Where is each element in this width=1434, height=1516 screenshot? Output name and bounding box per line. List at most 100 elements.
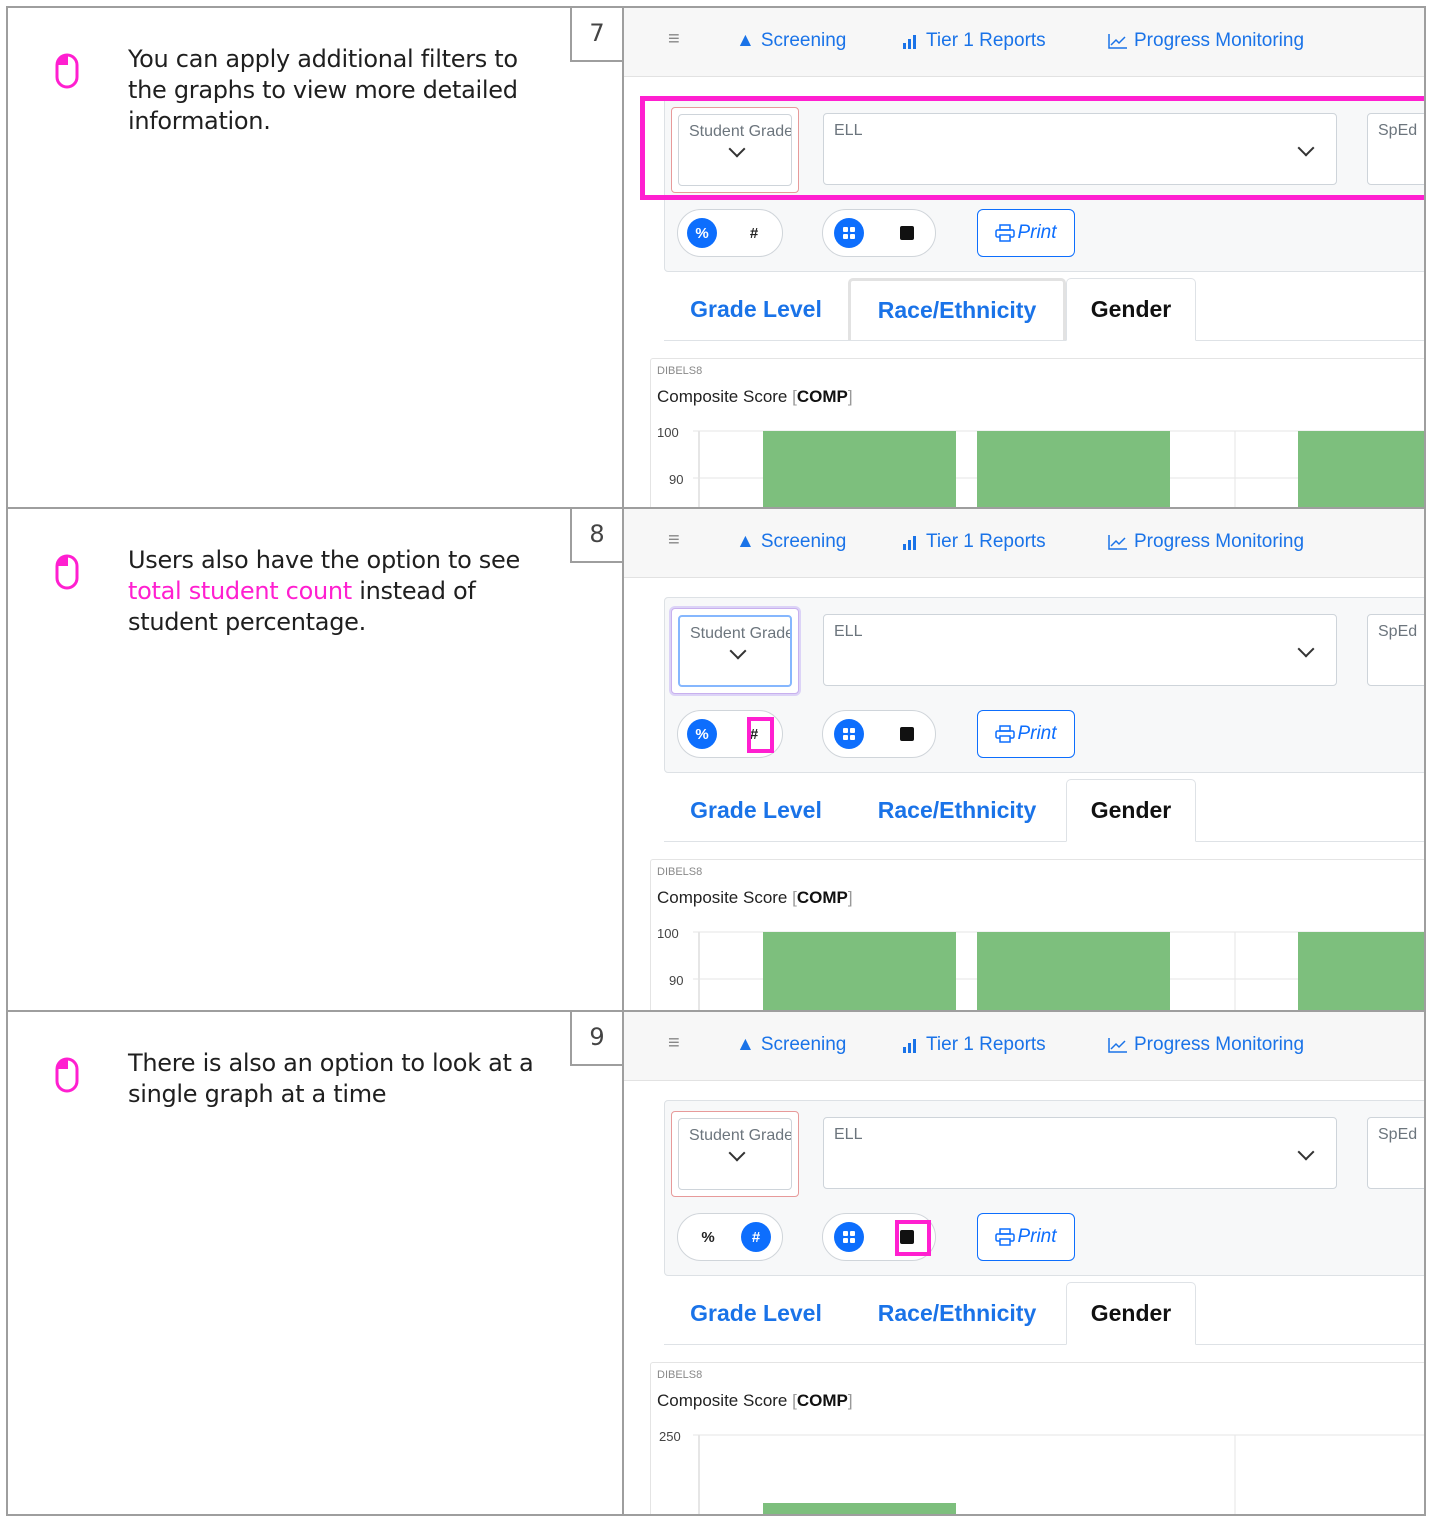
grid-view-button[interactable] (834, 218, 864, 248)
tab-bar: Grade Level Race/Ethnicity Gender (664, 779, 1424, 842)
tab-gender[interactable]: Gender (1066, 779, 1196, 842)
print-label: Print (1017, 1226, 1057, 1247)
y-tick-90: 90 (669, 973, 683, 988)
top-nav: ≡ ▲ Screening Tier 1 Reports Progress Mon… (624, 509, 1424, 578)
printer-icon (995, 224, 1016, 242)
print-button[interactable]: Print (977, 1213, 1075, 1261)
nav-progress-monitoring[interactable]: Progress Monitoring (1108, 1034, 1304, 1056)
chart-plot: 100 90 (657, 425, 1424, 507)
nav-tier1-reports[interactable]: Tier 1 Reports (902, 1034, 1046, 1056)
instruction-column: Users also have the option to see total … (8, 509, 624, 1010)
print-label: Print (1017, 222, 1057, 243)
percent-button[interactable]: % (687, 218, 717, 248)
chevron-down-icon (1297, 640, 1315, 658)
mouse-click-icon (55, 1057, 79, 1093)
sped-label: SpEd (1378, 623, 1418, 640)
line-chart-icon (1108, 535, 1127, 550)
student-grade-filter[interactable]: Student Grade (671, 1111, 799, 1197)
student-grade-select[interactable]: Student Grade (678, 615, 792, 687)
grid-view-button[interactable] (834, 1222, 864, 1252)
nav-screening-label: Screening (760, 30, 847, 51)
nav-screening[interactable]: ▲ Screening (736, 531, 846, 553)
chevron-down-icon (729, 642, 747, 660)
tab-grade-level[interactable]: Grade Level (664, 779, 848, 841)
step-number: 9 (570, 1012, 624, 1066)
y-tick-90: 90 (669, 472, 683, 487)
chart-plot: 250 (659, 1429, 1424, 1514)
sped-select[interactable]: SpEd (1367, 614, 1424, 686)
hamburger-icon[interactable]: ≡ (668, 529, 680, 552)
tab-gender[interactable]: Gender (1066, 278, 1196, 341)
student-grade-label: Student Grade (690, 625, 792, 642)
ell-label: ELL (834, 623, 863, 640)
step-8-panel: Users also have the option to see total … (6, 509, 1426, 1012)
bar-chart-icon (903, 536, 916, 550)
screenshot-area: ≡ ▲ Screening Tier 1 Reports Progress Mon… (624, 1012, 1424, 1514)
tab-bar: Grade Level Race/Ethnicity Gender (664, 1282, 1424, 1345)
tab-grade-level[interactable]: Grade Level (664, 1282, 848, 1344)
ell-select[interactable]: ELL (823, 1117, 1337, 1189)
tab-bar: Grade Level Race/Ethnicity Gender (664, 278, 1424, 341)
ell-select[interactable]: ELL (823, 614, 1337, 686)
layout-toggle (822, 710, 936, 758)
single-view-button[interactable] (892, 218, 922, 248)
value-mode-toggle: % # (677, 1213, 783, 1261)
square-icon (900, 226, 914, 240)
screenshot-area: ≡ ▲ Screening Tier 1 Reports Progress Mon… (624, 509, 1424, 1010)
hamburger-icon[interactable]: ≡ (668, 28, 680, 51)
nav-tier1-reports[interactable]: Tier 1 Reports (902, 30, 1046, 52)
desc-part: Users also have the option to see (128, 546, 520, 574)
student-grade-filter[interactable]: Student Grade (671, 608, 799, 694)
nav-progress-monitoring[interactable]: Progress Monitoring (1108, 30, 1304, 52)
single-view-button[interactable] (892, 719, 922, 749)
printer-icon (995, 1228, 1016, 1246)
print-button[interactable]: Print (977, 209, 1075, 257)
tab-race-ethnicity[interactable]: Race/Ethnicity (848, 1282, 1066, 1344)
composite-score-chart: DIBELS8 Composite Score [COMP] 250 (650, 1362, 1424, 1514)
percent-button[interactable]: % (693, 1222, 723, 1252)
bar (763, 431, 956, 507)
nav-screening[interactable]: ▲ Screening (736, 30, 846, 52)
sped-label: SpEd (1378, 1126, 1418, 1143)
chevron-down-icon (1297, 1143, 1315, 1161)
y-tick-250: 250 (659, 1429, 681, 1444)
line-chart-icon (1108, 34, 1127, 49)
print-label: Print (1017, 723, 1057, 744)
step-description: You can apply additional filters to the … (128, 45, 518, 135)
nav-screening[interactable]: ▲ Screening (736, 1034, 846, 1056)
composite-score-chart: DIBELS8 Composite Score [COMP] 100 90 (650, 859, 1424, 1010)
hamburger-icon[interactable]: ≡ (668, 1032, 680, 1055)
ell-label: ELL (834, 1126, 863, 1143)
printer-icon (995, 725, 1016, 743)
bar (763, 932, 956, 1010)
bar-chart-icon (903, 1039, 916, 1053)
filter-panel: Student Grade ELL SpEd % # Print (664, 597, 1424, 773)
mouse-click-icon (55, 53, 79, 89)
nav-screening-label: Screening (760, 531, 847, 552)
y-tick-100: 100 (657, 926, 679, 941)
tab-race-ethnicity[interactable]: Race/Ethnicity (848, 779, 1066, 841)
count-button[interactable]: # (741, 1222, 771, 1252)
highlight-box-single-view (895, 1220, 931, 1256)
percent-button[interactable]: % (687, 719, 717, 749)
nav-progress-label: Progress Monitoring (1134, 531, 1305, 552)
tab-grade-level[interactable]: Grade Level (664, 278, 848, 340)
sped-select[interactable]: SpEd (1367, 1117, 1424, 1189)
tab-race-ethnicity[interactable]: Race/Ethnicity (848, 278, 1066, 340)
nav-progress-monitoring[interactable]: Progress Monitoring (1108, 531, 1304, 553)
highlight-box-count-button (747, 717, 774, 753)
desc-highlight: total student count (128, 577, 352, 605)
filter-panel: Student Grade ELL SpEd % # Print (664, 1100, 1424, 1276)
print-button[interactable]: Print (977, 710, 1075, 758)
value-mode-toggle: % # (677, 209, 783, 257)
step-number: 7 (570, 8, 624, 62)
grid-view-button[interactable] (834, 719, 864, 749)
student-grade-select[interactable]: Student Grade (678, 1118, 792, 1190)
nav-tier1-reports[interactable]: Tier 1 Reports (902, 531, 1046, 553)
count-button[interactable]: # (739, 218, 769, 248)
nav-tier1-label: Tier 1 Reports (926, 531, 1046, 552)
tab-gender[interactable]: Gender (1066, 1282, 1196, 1345)
grid-icon (843, 728, 855, 740)
nav-tier1-label: Tier 1 Reports (926, 1034, 1046, 1055)
grid-icon (843, 227, 855, 239)
